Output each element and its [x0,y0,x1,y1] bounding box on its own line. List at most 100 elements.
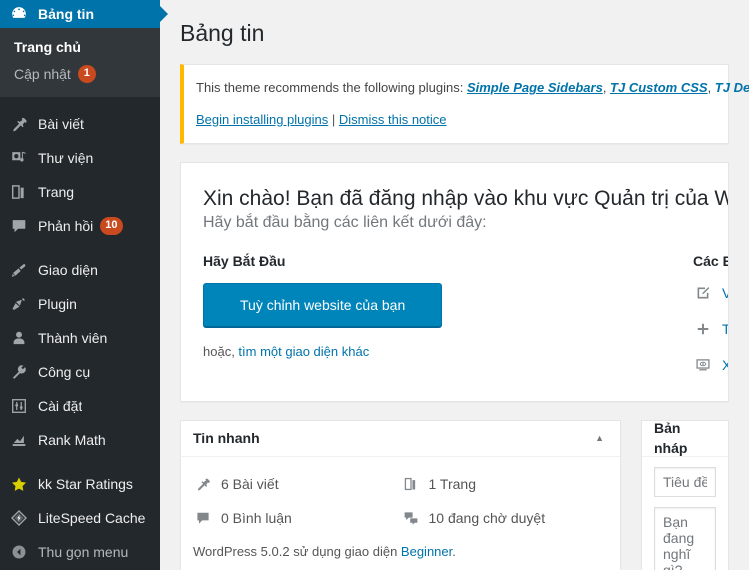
sidebar-item-users[interactable]: Thành viên [0,321,160,355]
comments-count-link[interactable]: 0 Bình luận [221,510,292,526]
notice-plugin-sep-0: , [602,80,611,95]
chart-icon [9,430,29,450]
plugin-link-simple-page-sidebars[interactable]: Simple Page Sidebars [467,80,603,95]
admin-sidebar: Bảng tin Trang chủ Cập nhật 1 Bài viết T… [0,0,168,570]
find-another-theme-line: hoặc, tìm một giao diện khác [203,344,693,359]
list-item[interactable]: Viết bà [693,283,728,303]
page-icon [9,182,29,202]
quick-draft-title-input[interactable] [654,467,716,498]
pushpin-icon [193,474,213,494]
get-started-heading: Hãy Bắt Đầu [203,253,286,270]
sidebar-item-dashboard-label: Bảng tin [38,6,94,22]
sidebar-item-posts-label: Bài viết [38,116,84,132]
sidebar-item-tools[interactable]: Công cụ [0,355,160,389]
sidebar-item-appearance[interactable]: Giao diện [0,253,160,287]
find-another-theme-link[interactable]: tìm một giao diện khác [238,344,369,359]
comments-count-badge: 10 [100,217,123,235]
list-item[interactable]: Xem w [693,355,728,375]
sidebar-item-tools-label: Công cụ [38,364,91,380]
pushpin-icon [9,114,29,134]
view-site-icon [693,355,713,375]
sidebar-item-pages-label: Trang [38,184,75,200]
submenu-item-updates-label: Cập nhật [14,66,71,82]
list-item[interactable]: 6 Bài viết [193,467,401,501]
quick-draft-content-input[interactable] [654,507,716,570]
list-item[interactable]: 10 đang chờ duyệt [401,501,609,535]
welcome-heading: Xin chào! Bạn đã đăng nhập vào khu vực Q… [203,187,729,210]
user-icon [9,328,29,348]
sidebar-item-comments[interactable]: Phản hồi 10 [0,209,160,243]
sidebar-item-media[interactable]: Thư viện [0,141,160,175]
paintbrush-icon [9,260,29,280]
sidebar-item-comments-label: Phản hồi [38,218,94,234]
comment-icon [193,508,213,528]
add-page-link[interactable]: Thêm t [722,321,728,337]
plug-icon [9,294,29,314]
at-a-glance-body: 6 Bài viết 1 Trang 0 Bình luận 10 đang c… [181,457,620,570]
chevron-up-icon[interactable]: ▲ [591,430,608,447]
notice-actions: Begin installing plugins | Dismiss this … [196,110,716,130]
welcome-column-get-started: Hãy Bắt Đầu Tuỳ chỉnh website của bạn ho… [203,253,693,391]
version-prefix-text: WordPress 5.0.2 sử dụng giao diện [193,544,401,560]
sidebar-item-dashboard[interactable]: Bảng tin [0,0,168,28]
sidebar-separator [0,97,160,107]
sidebar-item-posts[interactable]: Bài viết [0,107,160,141]
sidebar-item-pages[interactable]: Trang [0,175,160,209]
wordpress-admin-screen: Bảng tin Trang chủ Cập nhật 1 Bài viết T… [0,0,749,570]
star-icon [9,474,29,494]
sidebar-item-rank-math[interactable]: Rank Math [0,423,160,457]
plugin-link-tj-custom-css[interactable]: TJ Custom CSS [610,80,708,95]
notice-message: This theme recommends the following plug… [196,78,749,98]
list-item[interactable]: Thêm t [693,319,728,339]
submenu-item-updates[interactable]: Cập nhật 1 [0,60,160,88]
sidebar-item-plugins-label: Plugin [38,296,77,312]
pages-count-link[interactable]: 1 Trang [429,476,476,492]
next-steps-list: Viết bà Thêm t [693,283,728,375]
version-suffix-text: . [452,544,456,560]
updates-count-badge: 1 [77,65,96,83]
welcome-description: Hãy bắt đầu bằng các liên kết dưới đây: [203,214,487,232]
notice-action-separator: | [328,111,339,127]
quick-draft-title: Bản nháp [654,420,688,456]
submenu-item-home[interactable]: Trang chủ [0,34,160,60]
notice-plugin-sep-1: , [707,80,715,95]
sidebar-separator-2 [0,243,160,253]
sidebar-item-settings[interactable]: Cài đặt [0,389,160,423]
plugin-recommendation-notice: This theme recommends the following plug… [180,64,749,144]
next-steps-heading: Các Bước [693,253,728,270]
write-post-link[interactable]: Viết bà [722,285,728,301]
collapse-menu-label: Thu gọn menu [38,544,129,560]
welcome-panel: Xin chào! Bạn đã đăng nhập vào khu vực Q… [180,162,729,403]
sidebar-item-media-label: Thư viện [38,150,94,166]
customize-site-button[interactable]: Tuỳ chỉnh website của bạn [203,283,443,328]
sidebar-item-rank-math-label: Rank Math [38,432,106,448]
main-content: Bảng tin This theme recommends the follo… [160,0,749,570]
sidebar-item-kk-star-ratings[interactable]: kk Star Ratings [0,467,160,501]
plugin-link-tj-dea[interactable]: TJ Dea [715,80,749,95]
sidebar-item-litespeed-cache-label: LiteSpeed Cache [38,510,146,526]
view-site-link[interactable]: Xem w [722,357,728,373]
quick-draft-body [642,457,728,570]
collapse-menu-button[interactable]: Thu gọn menu [0,535,160,569]
dismiss-notice-link[interactable]: Dismiss this notice [339,112,447,127]
pending-comments-link[interactable]: 10 đang chờ duyệt [429,510,546,526]
list-item[interactable]: 1 Trang [401,467,609,501]
posts-count-link[interactable]: 6 Bài viết [221,476,279,492]
dashboard-submenu: Trang chủ Cập nhật 1 [0,28,160,97]
dashboard-widgets-row: Tin nhanh ▲ 6 Bài viết 1 Trang 0 Bình lu… [180,420,729,570]
sidebar-item-kk-star-ratings-label: kk Star Ratings [38,476,133,492]
sidebar-item-users-label: Thành viên [38,330,108,346]
active-theme-link[interactable]: Beginner [401,544,452,559]
sidebar-item-plugins[interactable]: Plugin [0,287,160,321]
sidebar-separator-3 [0,457,160,467]
version-info: WordPress 5.0.2 sử dụng giao diện Beginn… [193,544,608,559]
media-icon [9,148,29,168]
sidebar-item-litespeed-cache[interactable]: LiteSpeed Cache [0,501,160,535]
begin-installing-plugins-link[interactable]: Begin installing plugins [196,112,328,127]
quick-draft-widget: Bản nháp [641,420,729,570]
at-a-glance-header: Tin nhanh ▲ [181,421,620,458]
plus-icon [693,319,713,339]
glance-stats-list: 6 Bài viết 1 Trang 0 Bình luận 10 đang c… [193,467,608,535]
list-item[interactable]: 0 Bình luận [193,501,401,535]
sidebar-item-appearance-label: Giao diện [38,262,98,278]
